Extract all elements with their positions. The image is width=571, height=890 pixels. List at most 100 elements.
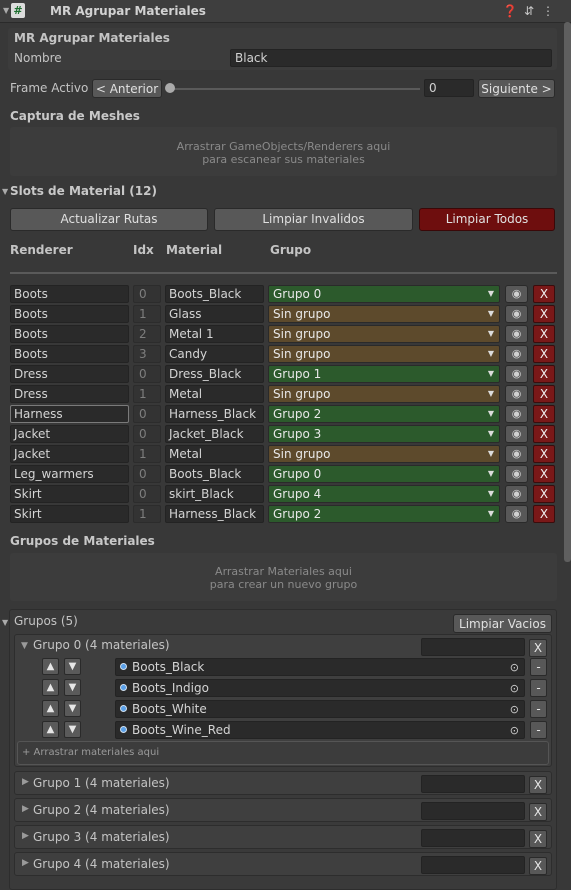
group-name-field[interactable] [421,775,525,793]
help-icon[interactable]: ❓ [502,3,518,19]
group-delete-button[interactable]: X [529,830,547,848]
eye-icon[interactable]: ◉ [505,465,528,483]
renderer-field[interactable]: Boots [10,325,129,343]
eye-icon[interactable]: ◉ [505,285,528,303]
object-picker-icon[interactable]: ⊙ [510,660,519,676]
group-dropdown[interactable]: Grupo 2 ▼ [268,505,500,523]
renderer-field[interactable]: Leg_warmers [10,465,129,483]
renderer-field[interactable]: Skirt [10,505,129,523]
object-picker-icon[interactable]: ⊙ [510,723,519,739]
group-0-drop-zone[interactable]: + Arrastrar materiales aqui [17,741,549,765]
group-dropdown[interactable]: Grupo 2 ▼ [268,405,500,423]
material-field[interactable]: Harness_Black [165,505,264,523]
material-field[interactable]: Harness_Black [165,405,264,423]
remove-slot-button[interactable]: X [533,385,555,403]
move-down-button[interactable]: ▼ [64,658,81,675]
renderer-field[interactable]: Dress [10,385,129,403]
move-down-button[interactable]: ▼ [64,700,81,717]
renderer-field[interactable]: Jacket [10,445,129,463]
material-object-field[interactable]: Boots_Indigo ⊙ [115,679,525,697]
clean-empty-button[interactable]: Limpiar Vacios [453,614,552,633]
previous-frame-button[interactable]: < Anterior [92,79,162,98]
frame-slider-thumb[interactable] [165,83,175,93]
move-up-button[interactable]: ▲ [42,700,59,717]
move-down-button[interactable]: ▼ [64,721,81,738]
remove-slot-button[interactable]: X [533,465,555,483]
eye-icon[interactable]: ◉ [505,405,528,423]
renderer-field[interactable]: Dress [10,365,129,383]
material-field[interactable]: Candy [165,345,264,363]
settings-sliders-icon[interactable]: ⇵ [521,3,537,19]
renderer-field[interactable]: Boots [10,305,129,323]
scrollbar[interactable] [564,22,571,562]
eye-icon[interactable]: ◉ [505,485,528,503]
expand-arrow-icon[interactable]: ▶ [22,777,29,787]
eye-icon[interactable]: ◉ [505,425,528,443]
more-options-icon[interactable]: ⋮ [540,3,556,19]
material-field[interactable]: skirt_Black [165,485,264,503]
expand-arrow-icon[interactable]: ▶ [22,858,29,868]
group-name-field[interactable] [421,856,525,874]
group-delete-button[interactable]: X [529,776,547,794]
remove-slot-button[interactable]: X [533,405,555,423]
group-name-field[interactable] [421,802,525,820]
eye-icon[interactable]: ◉ [505,345,528,363]
groups-foldout-arrow-icon[interactable]: ▼ [2,618,8,627]
remove-slot-button[interactable]: X [533,445,555,463]
frame-slider-track[interactable] [170,88,420,90]
collapse-arrow-icon[interactable]: ▼ [3,6,9,15]
remove-slot-button[interactable]: X [533,365,555,383]
material-field[interactable]: Glass [165,305,264,323]
expand-arrow-icon[interactable]: ▶ [22,804,29,814]
remove-material-button[interactable]: - [530,658,547,676]
name-field[interactable]: Black [230,49,552,67]
group-name-field[interactable] [421,829,525,847]
renderer-field[interactable]: Harness [10,405,129,423]
group-delete-button[interactable]: X [529,857,547,875]
group-0-expand-icon[interactable]: ▼ [21,641,28,651]
clean-all-button[interactable]: Limpiar Todos [419,208,555,231]
renderer-field[interactable]: Boots [10,345,129,363]
move-up-button[interactable]: ▲ [42,679,59,696]
material-field[interactable]: Dress_Black [165,365,264,383]
remove-slot-button[interactable]: X [533,345,555,363]
object-picker-icon[interactable]: ⊙ [510,702,519,718]
remove-material-button[interactable]: - [530,721,547,739]
expand-arrow-icon[interactable]: ▶ [22,831,29,841]
frame-value-field[interactable]: 0 [424,79,474,97]
eye-icon[interactable]: ◉ [505,445,528,463]
mesh-drop-zone[interactable]: Arrastrar GameObjects/Renderers aqui par… [10,127,557,176]
renderer-field[interactable]: Boots [10,285,129,303]
remove-slot-button[interactable]: X [533,325,555,343]
material-field[interactable]: Metal [165,385,264,403]
eye-icon[interactable]: ◉ [505,385,528,403]
move-up-button[interactable]: ▲ [42,721,59,738]
material-object-field[interactable]: Boots_Wine_Red ⊙ [115,721,525,739]
remove-material-button[interactable]: - [530,700,547,718]
renderer-field[interactable]: Jacket [10,425,129,443]
group-dropdown[interactable]: Grupo 4 ▼ [268,485,500,503]
move-down-button[interactable]: ▼ [64,679,81,696]
group-delete-button[interactable]: X [529,803,547,821]
slots-foldout-arrow-icon[interactable]: ▼ [2,187,8,196]
group-dropdown[interactable]: Sin grupo ▼ [268,445,500,463]
object-picker-icon[interactable]: ⊙ [510,681,519,697]
material-field[interactable]: Jacket_Black [165,425,264,443]
group-dropdown[interactable]: Grupo 0 ▼ [268,465,500,483]
material-drop-zone[interactable]: Arrastrar Materiales aqui para crear un … [10,553,557,601]
eye-icon[interactable]: ◉ [505,305,528,323]
remove-slot-button[interactable]: X [533,305,555,323]
group-dropdown[interactable]: Grupo 0 ▼ [268,285,500,303]
group-dropdown[interactable]: Grupo 3 ▼ [268,425,500,443]
eye-icon[interactable]: ◉ [505,365,528,383]
material-object-field[interactable]: Boots_Black ⊙ [115,658,525,676]
group-0-name-field[interactable] [421,638,525,656]
clean-invalid-button[interactable]: Limpiar Invalidos [214,208,413,231]
group-dropdown[interactable]: Sin grupo ▼ [268,305,500,323]
material-field[interactable]: Metal 1 [165,325,264,343]
group-0-delete-button[interactable]: X [529,639,547,657]
renderer-field[interactable]: Skirt [10,485,129,503]
material-field[interactable]: Boots_Black [165,465,264,483]
next-frame-button[interactable]: Siguiente > [478,79,555,98]
update-paths-button[interactable]: Actualizar Rutas [10,208,208,231]
